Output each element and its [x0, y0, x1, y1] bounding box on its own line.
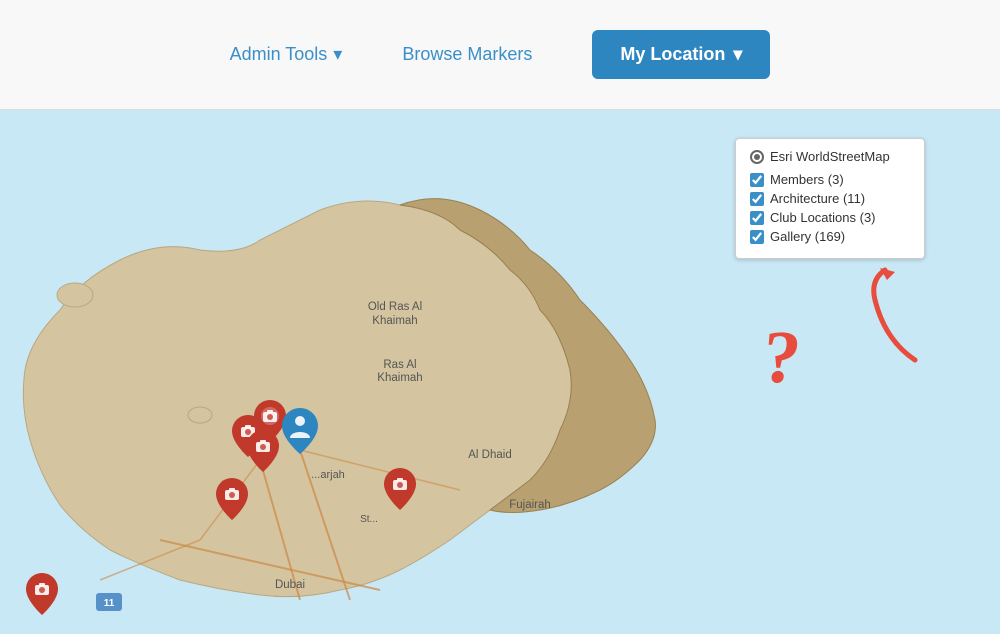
layer-members[interactable]: Members (3) [750, 172, 910, 187]
layer-club-locations-checkbox[interactable] [750, 211, 764, 225]
map-container: 11 Old Ras Al Khaimah Ras Al Khaimah Al … [0, 110, 1000, 634]
svg-text:Khaimah: Khaimah [377, 372, 422, 384]
admin-tools-menu[interactable]: Admin Tools ▾ [230, 44, 343, 65]
layer-members-checkbox[interactable] [750, 173, 764, 187]
marker-camera-6[interactable] [26, 573, 58, 615]
basemap-option[interactable]: Esri WorldStreetMap [750, 149, 910, 164]
svg-text:Old Ras Al: Old Ras Al [368, 301, 422, 313]
navbar: Admin Tools ▾ Browse Markers My Location… [0, 0, 1000, 110]
svg-text:Khaimah: Khaimah [372, 315, 417, 327]
svg-text:Al Dhaid: Al Dhaid [468, 449, 511, 461]
marker-camera-4[interactable] [216, 478, 248, 520]
layer-gallery-checkbox[interactable] [750, 230, 764, 244]
my-location-button[interactable]: My Location ▾ [592, 30, 770, 79]
layer-club-locations-label: Club Locations (3) [770, 210, 876, 225]
svg-text:11: 11 [104, 598, 115, 609]
svg-text:St...: St... [360, 514, 378, 525]
dropdown-arrow-icon: ▾ [333, 44, 342, 65]
layer-architecture-checkbox[interactable] [750, 192, 764, 206]
svg-text:Ras Al: Ras Al [383, 359, 416, 371]
my-location-label: My Location [620, 44, 725, 65]
basemap-radio[interactable] [750, 150, 764, 164]
layer-members-label: Members (3) [770, 172, 844, 187]
svg-text:Fujairah: Fujairah [509, 499, 551, 511]
layer-architecture[interactable]: Architecture (11) [750, 191, 910, 206]
svg-text:...arjah: ...arjah [311, 469, 345, 481]
marker-camera-3[interactable] [247, 430, 279, 472]
layer-control-panel: Esri WorldStreetMap Members (3) Architec… [735, 138, 925, 259]
marker-person-1[interactable] [282, 408, 318, 454]
svg-text:Dubai: Dubai [275, 579, 305, 591]
layer-club-locations[interactable]: Club Locations (3) [750, 210, 910, 225]
admin-tools-label: Admin Tools [230, 44, 328, 65]
layer-gallery-label: Gallery (169) [770, 229, 845, 244]
browse-markers-link[interactable]: Browse Markers [402, 44, 532, 65]
basemap-label: Esri WorldStreetMap [770, 149, 890, 164]
layer-gallery[interactable]: Gallery (169) [750, 229, 910, 244]
location-dropdown-arrow-icon: ▾ [733, 44, 742, 65]
layer-architecture-label: Architecture (11) [770, 191, 865, 206]
marker-camera-5[interactable] [384, 468, 416, 510]
